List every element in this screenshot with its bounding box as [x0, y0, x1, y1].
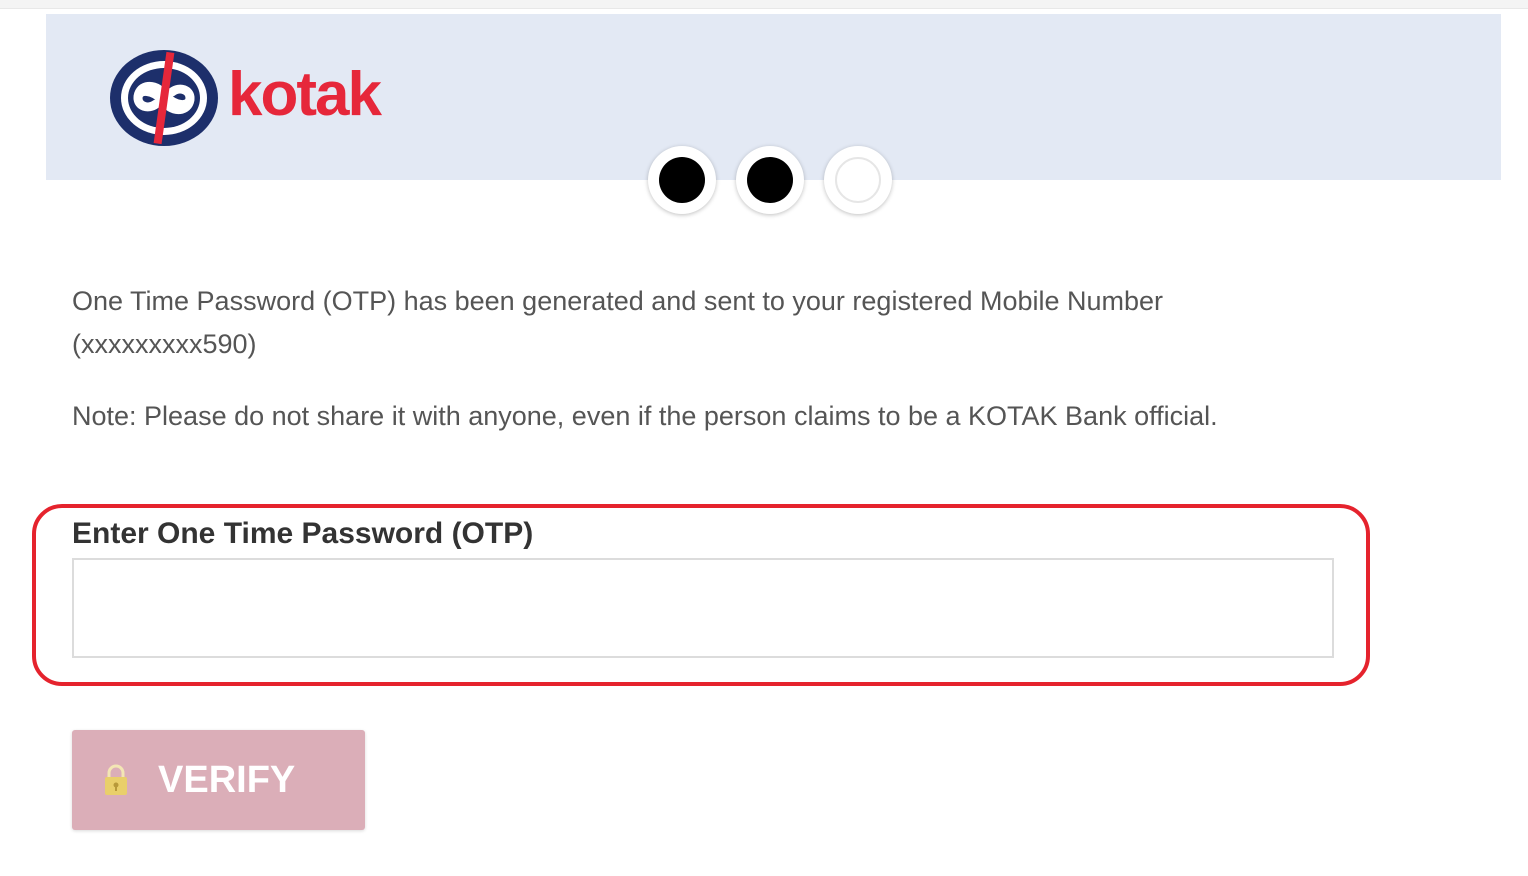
otp-field-label: Enter One Time Password (OTP) — [72, 517, 534, 550]
progress-step-2 — [736, 146, 804, 214]
progress-steps — [648, 146, 892, 214]
kotak-logo-text: kotak — [228, 60, 382, 129]
otp-input[interactable] — [72, 558, 1334, 658]
verify-button[interactable]: VERIFY — [72, 730, 365, 830]
kotak-logo: kotak — [108, 48, 382, 148]
otp-sent-message: One Time Password (OTP) has been generat… — [72, 286, 1164, 359]
progress-step-1 — [648, 146, 716, 214]
browser-top-strip — [0, 0, 1528, 9]
security-note: Note: Please do not share it with anyone… — [72, 401, 1218, 431]
kotak-logo-icon — [110, 50, 218, 146]
lock-icon — [105, 764, 127, 795]
verify-button-label: VERIFY — [158, 758, 296, 801]
otp-verification-page: kotak One Time Password (OTP) has been g… — [0, 0, 1528, 876]
progress-step-3 — [824, 146, 892, 214]
